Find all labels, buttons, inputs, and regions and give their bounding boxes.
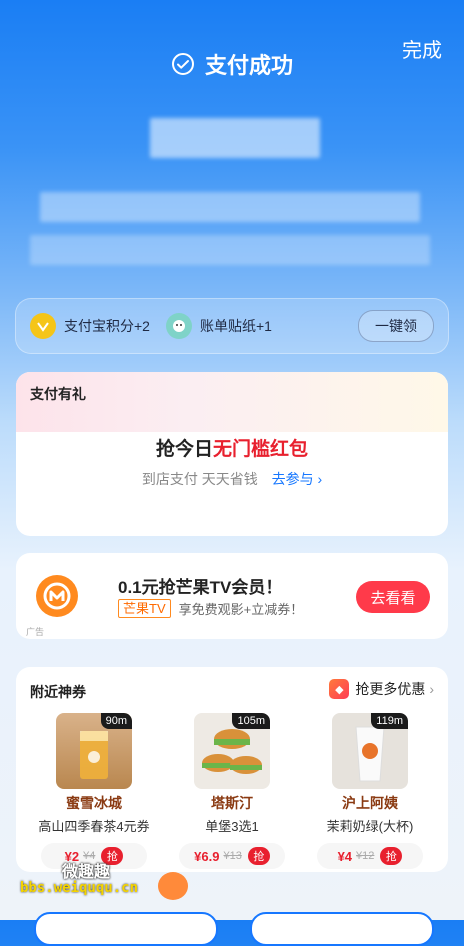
shop-name: 蜜雪冰城 xyxy=(66,795,122,811)
shop-item[interactable]: 90m 蜜雪冰城 高山四季春茶4元券 ¥2 ¥4 抢 xyxy=(36,713,152,869)
deal-price: ¥6.9 xyxy=(194,848,220,864)
rewards-strip: 支付宝积分+2 账单贴纸+1 一键领 xyxy=(15,298,449,354)
gift-icon: ◆ xyxy=(329,679,350,699)
distance-badge: 119m xyxy=(371,713,408,729)
grab-button[interactable]: 抢 xyxy=(380,847,403,865)
nearby-title: 附近神券 xyxy=(30,684,86,700)
nearby-coupons-card: 附近神券 ◆ 抢更多优惠 › 90m 蜜雪冰城 高山四季春茶4元券 ¥2 ¥4 … xyxy=(16,667,448,872)
status-text: 支付成功 xyxy=(204,53,293,78)
gift-card-sub-text: 到店支付 天天省钱 xyxy=(141,471,258,487)
distance-badge: 105m xyxy=(232,713,270,729)
gift-card-subline: 到店支付 天天省钱 去参与 › xyxy=(16,469,448,489)
headline-highlight: 无门槛红包 xyxy=(213,439,309,460)
bottom-button-right[interactable] xyxy=(250,912,434,946)
price-pill: ¥6.9 ¥13 抢 xyxy=(179,843,285,869)
price-pill: ¥4 ¥12 抢 xyxy=(317,843,423,869)
gift-card-title: 支付有礼 xyxy=(30,386,86,402)
original-price: ¥12 xyxy=(356,850,375,862)
points-coin-icon xyxy=(30,313,56,339)
join-link[interactable]: 去参与 › xyxy=(272,471,323,487)
ad-card[interactable]: 广告 0.1元抢芒果TV会员！ 芒果TV 享免费观影+立减券！ 去看看 xyxy=(16,553,448,639)
grab-button[interactable]: 抢 xyxy=(247,847,270,865)
ad-desc: 享免费观影+立减券！ xyxy=(178,602,304,617)
watch-button[interactable]: 去看看 xyxy=(356,581,430,613)
gift-card-headline: 抢今日无门槛红包 xyxy=(16,434,448,461)
ad-tag: 广告 xyxy=(26,627,45,637)
claim-all-button[interactable]: 一键领 xyxy=(358,310,434,342)
more-deals-label: 抢更多优惠 xyxy=(355,681,426,697)
watermark-title: 微趣趣 xyxy=(62,864,111,881)
watermark-url: bbs.weiququ.cn xyxy=(20,880,139,896)
blurred-amount xyxy=(150,118,320,158)
ad-title: 0.1元抢芒果TV会员！ xyxy=(118,578,283,597)
shop-image: 90m xyxy=(56,713,132,789)
shop-desc: 高山四季春茶4元券 xyxy=(38,819,150,834)
shop-name: 沪上阿姨 xyxy=(342,795,398,811)
bottom-button-left[interactable] xyxy=(34,912,218,946)
shop-name: 塔斯汀 xyxy=(211,795,253,811)
chevron-right-icon: › xyxy=(313,471,323,487)
blurred-merchant xyxy=(40,192,420,222)
sticker-label: 账单贴纸+1 xyxy=(199,318,272,334)
shop-desc: 茉莉奶绿(大杯) xyxy=(326,819,414,834)
ad-subtitle: 芒果TV 享免费观影+立减券！ xyxy=(118,599,303,618)
shop-item[interactable]: 105m 塔斯汀 单堡3选1 ¥6.9 ¥13 抢 xyxy=(174,713,290,869)
original-price: ¥13 xyxy=(223,850,242,862)
blurred-info xyxy=(30,235,430,265)
shop-item[interactable]: 119m 沪上阿姨 茉莉奶绿(大杯) ¥4 ¥12 抢 xyxy=(312,713,428,869)
watermark-mascot-icon xyxy=(158,872,188,900)
shop-desc: 单堡3选1 xyxy=(205,819,259,834)
mango-tv-logo-icon xyxy=(36,575,78,617)
more-deals-link[interactable]: ◆ 抢更多优惠 › xyxy=(329,679,434,699)
points-label: 支付宝积分+2 xyxy=(64,318,150,334)
shop-image: 105m xyxy=(194,713,270,789)
sticker-icon xyxy=(165,313,192,339)
payment-gift-card[interactable]: 支付有礼 抢今日无门槛红包 到店支付 天天省钱 去参与 › xyxy=(16,372,448,536)
shop-image: 119m xyxy=(332,713,408,789)
check-circle-icon xyxy=(171,53,194,75)
headline-prefix: 抢今日 xyxy=(155,439,213,460)
payment-status: 支付成功 xyxy=(0,48,464,80)
ad-brand-badge: 芒果TV xyxy=(118,599,171,618)
deal-price: ¥4 xyxy=(337,848,353,864)
distance-badge: 90m xyxy=(100,713,132,729)
chevron-right-icon: › xyxy=(429,681,434,697)
